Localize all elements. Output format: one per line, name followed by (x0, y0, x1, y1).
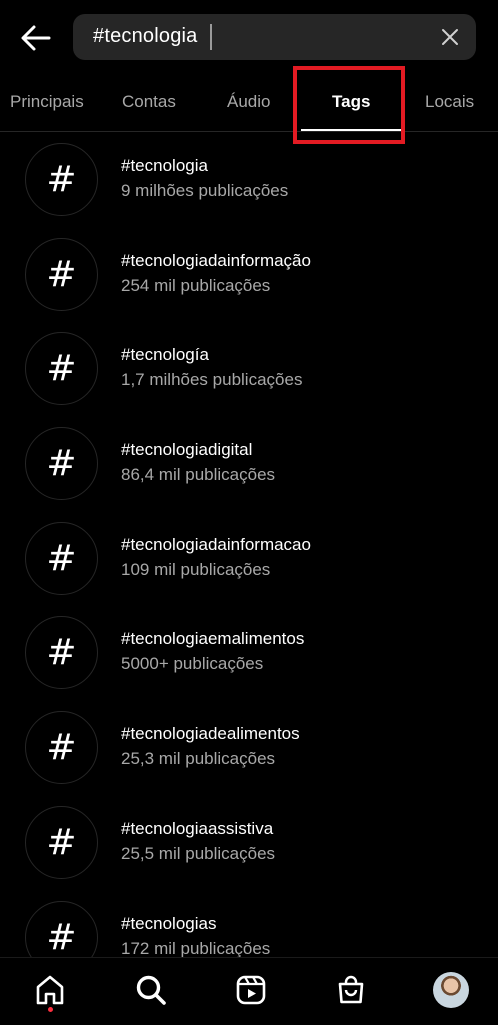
text-caret (210, 24, 212, 50)
bottom-navigation-bar (0, 957, 498, 1025)
search-icon[interactable] (133, 972, 169, 1008)
list-item[interactable]: # #tecnologiaemalimentos 5000+ publicaçõ… (0, 605, 498, 700)
list-item[interactable]: # #tecnologiadainformação 254 mil public… (0, 227, 498, 322)
tag-name: #tecnologiadainformacao (121, 535, 311, 554)
tag-post-count: 25,3 mil publicações (121, 749, 276, 768)
tag-name: #tecnologias (121, 914, 217, 933)
tab-locais[interactable]: Locais (425, 92, 474, 112)
list-item[interactable]: # #tecnologiadealimentos 25,3 mil public… (0, 700, 498, 795)
reels-icon[interactable] (233, 972, 269, 1008)
search-input[interactable]: #tecnologia (73, 14, 476, 60)
list-item[interactable]: # #tecnologia 9 milhões publicações (0, 132, 498, 227)
hashtag-icon: # (25, 427, 98, 500)
tag-name: #tecnologiaassistiva (121, 819, 274, 838)
back-arrow-icon[interactable] (18, 20, 54, 56)
tag-name: #tecnologiaemalimentos (121, 629, 305, 648)
tag-name: #tecnología (121, 345, 209, 364)
hashtag-icon: # (25, 238, 98, 311)
tag-post-count: 86,4 mil publicações (121, 465, 276, 484)
list-item[interactable]: # #tecnologiadigital 86,4 mil publicaçõe… (0, 416, 498, 511)
tag-post-count: 5000+ publicações (121, 654, 264, 673)
hashtag-icon: # (25, 711, 98, 784)
hashtag-icon: # (25, 522, 98, 595)
notification-dot (48, 1007, 53, 1012)
home-icon[interactable] (32, 972, 68, 1008)
tag-post-count: 1,7 milhões publicações (121, 370, 303, 389)
tab-audio[interactable]: Áudio (227, 92, 270, 112)
tag-post-count: 109 mil publicações (121, 560, 271, 579)
tab-principais[interactable]: Principais (10, 92, 84, 112)
top-bar: #tecnologia (0, 0, 498, 76)
search-tabs: Principais Contas Áudio Tags Locais (0, 76, 498, 132)
tag-name: #tecnologiadealimentos (121, 724, 300, 743)
hashtag-icon: # (25, 616, 98, 689)
clear-search-icon[interactable] (440, 27, 460, 47)
list-item[interactable]: # #tecnologiadainformacao 109 mil public… (0, 511, 498, 606)
hashtag-icon: # (25, 143, 98, 216)
search-query: #tecnologia (93, 25, 198, 47)
hashtag-icon: # (25, 332, 98, 405)
tag-post-count: 25,5 mil publicações (121, 844, 276, 863)
tag-post-count: 254 mil publicações (121, 276, 271, 295)
tag-name: #tecnologiadigital (121, 440, 253, 459)
tag-name: #tecnologiadainformação (121, 251, 311, 270)
tag-post-count: 172 mil publicações (121, 939, 271, 958)
hashtag-icon: # (25, 806, 98, 879)
tag-post-count: 9 milhões publicações (121, 181, 289, 200)
list-item[interactable]: # #tecnologiaassistiva 25,5 mil publicaç… (0, 795, 498, 890)
shop-icon[interactable] (333, 972, 369, 1008)
profile-avatar[interactable] (433, 972, 469, 1008)
list-item[interactable]: # #tecnología 1,7 milhões publicações (0, 321, 498, 416)
tab-contas[interactable]: Contas (122, 92, 176, 112)
tag-name: #tecnologia (121, 156, 208, 175)
